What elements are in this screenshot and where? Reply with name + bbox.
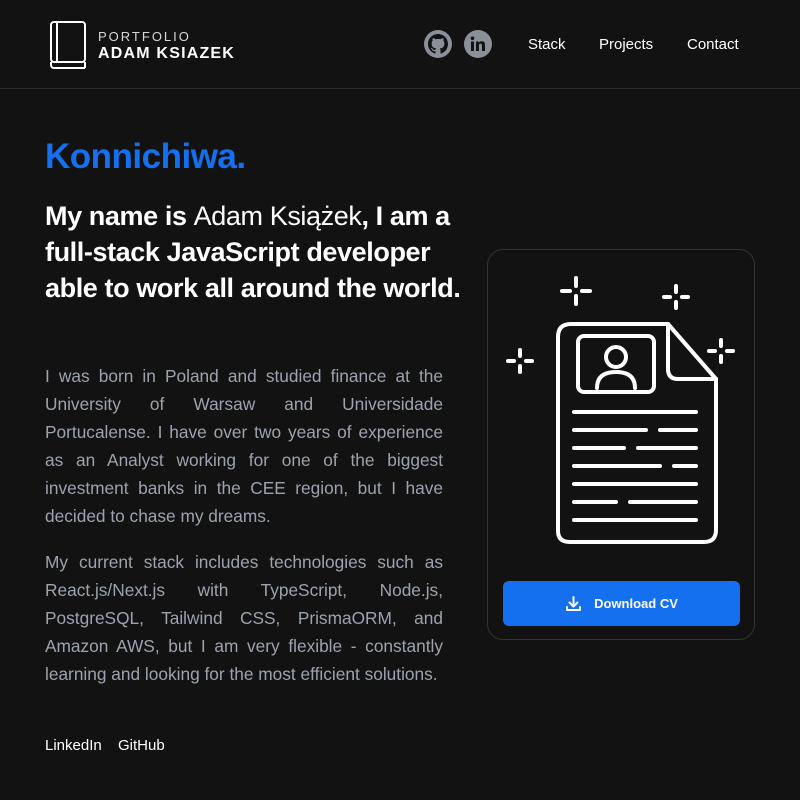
bio-paragraph: I was born in Poland and studied finance… <box>45 366 443 526</box>
headline-intro: My name is <box>45 201 194 231</box>
linkedin-social-button[interactable] <box>464 30 492 58</box>
logo-title: ADAM KSIAZEK <box>98 44 236 62</box>
site-header: PORTFOLIO ADAM KSIAZEK Stack Projects Co… <box>0 0 800 89</box>
download-cv-label: Download CV <box>594 596 678 611</box>
book-icon <box>50 21 86 69</box>
cv-document-icon <box>506 276 735 544</box>
github-icon <box>428 34 448 54</box>
greeting: Konnichiwa. <box>45 137 246 176</box>
logo-subtitle: PORTFOLIO <box>98 28 191 44</box>
download-icon <box>566 596 582 611</box>
github-social-button[interactable] <box>424 30 452 58</box>
headline: My name is Adam Książek, I am a full-sta… <box>45 198 465 306</box>
headline-name: Adam Książek <box>193 201 362 231</box>
nav-stack[interactable]: Stack <box>528 36 566 53</box>
linkedin-link[interactable]: LinkedIn <box>45 737 102 754</box>
download-cv-button[interactable]: Download CV <box>503 581 740 626</box>
logo[interactable]: PORTFOLIO ADAM KSIAZEK <box>50 21 235 69</box>
stack-paragraph: My current stack includes technologies s… <box>45 552 443 684</box>
cv-card: Download CV <box>487 249 755 640</box>
github-link[interactable]: GitHub <box>118 737 165 754</box>
nav-projects[interactable]: Projects <box>599 36 653 53</box>
nav-contact[interactable]: Contact <box>687 36 739 53</box>
linkedin-icon <box>470 36 485 51</box>
